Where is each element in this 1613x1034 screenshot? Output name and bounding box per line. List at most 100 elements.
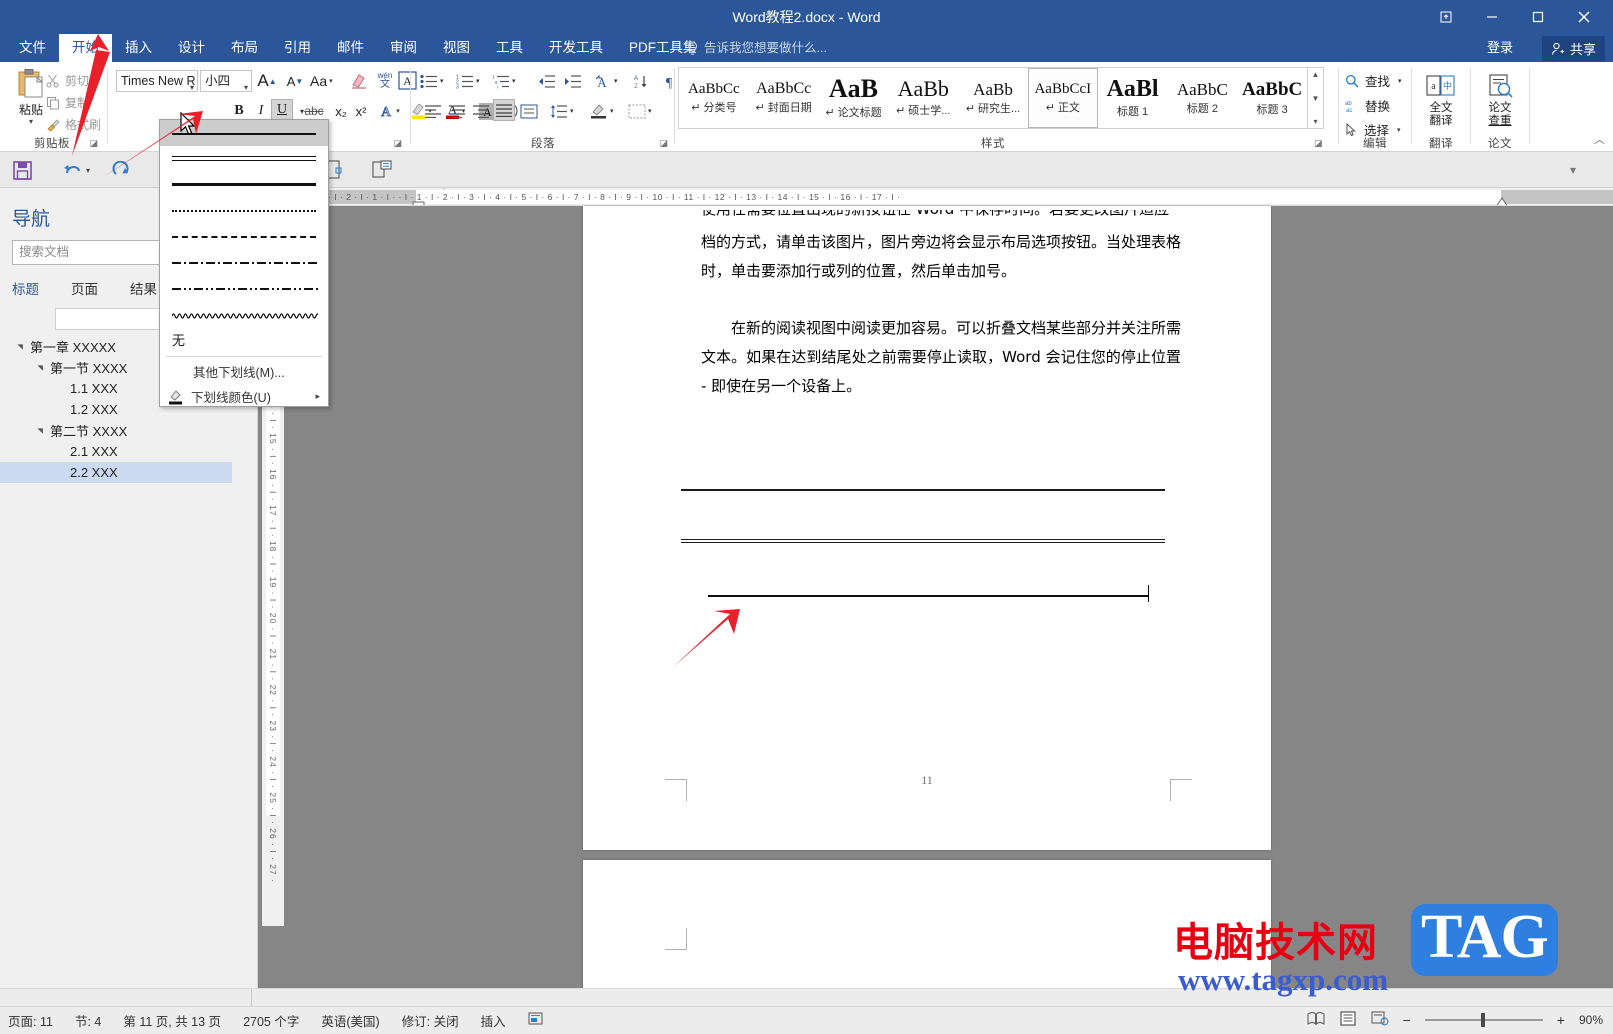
ribbon-tab-7[interactable]: 审阅 — [377, 34, 430, 62]
left-indent-marker[interactable] — [412, 201, 426, 206]
navigation-heading-item[interactable]: 2.1 XXX — [0, 441, 258, 462]
align-left-icon[interactable] — [422, 100, 444, 122]
horizontal-ruler[interactable]: 3 · I · 2 · I · 1 · I · · I · 1 · I · 2 … — [316, 188, 1613, 206]
thesis-check-button[interactable]: 论文 查重 — [1477, 74, 1523, 128]
ribbon-tab-1[interactable]: 开始 — [59, 34, 112, 62]
font-size-caret[interactable]: ▾ — [244, 78, 248, 98]
styles-gallery-scroll[interactable]: ▲ ▼ ▾ — [1308, 67, 1324, 129]
web-layout-icon[interactable] — [1371, 1011, 1389, 1029]
replace-button[interactable]: ab ac 替换 — [1345, 96, 1390, 115]
gallery-scroll-down-icon[interactable]: ▼ — [1312, 94, 1320, 103]
navigation-tab-1[interactable]: 页面 — [55, 278, 114, 298]
ribbon-tab-0[interactable]: 文件 — [6, 34, 59, 62]
bullet-list-icon[interactable]: ▾ — [420, 70, 444, 92]
font-name-caret[interactable]: ▾ — [190, 78, 194, 91]
tell-me-box[interactable]: 告诉我您想要做什么... — [686, 34, 827, 62]
borders-icon[interactable]: ▾ — [628, 100, 652, 122]
maximize-icon[interactable] — [1515, 2, 1561, 32]
ribbon-tab-5[interactable]: 引用 — [271, 34, 324, 62]
find-button[interactable]: 查找 ▾ — [1345, 71, 1402, 90]
zoom-in-button[interactable]: + — [1557, 1012, 1565, 1028]
zoom-thumb[interactable] — [1480, 1013, 1485, 1027]
redo-icon[interactable] — [112, 158, 132, 182]
print-layout-icon[interactable] — [1339, 1011, 1357, 1029]
numbered-list-icon[interactable]: 1 2 3 ▾ — [456, 70, 480, 92]
font-name-box[interactable]: Times New R ▾ — [116, 70, 198, 92]
status-page-of[interactable]: 第 11 页, 共 13 页 — [123, 1011, 221, 1030]
style-item-8[interactable]: AaBbC 标题 3 — [1237, 68, 1307, 128]
style-item-3[interactable]: AaBb ↵ 硕士学... — [888, 68, 958, 128]
undo-dropdown-caret[interactable]: ▾ — [86, 158, 90, 182]
align-center-icon[interactable] — [446, 100, 468, 122]
minimize-icon[interactable] — [1469, 2, 1515, 32]
undo-icon[interactable] — [62, 158, 83, 182]
paragraph-dialog-launcher[interactable]: ◪ — [659, 138, 668, 149]
sort-icon[interactable]: AZ — [630, 70, 652, 92]
zoom-out-button[interactable]: − — [1403, 1012, 1411, 1028]
find-caret[interactable]: ▾ — [1398, 77, 1402, 85]
shading-icon[interactable]: ▾ — [590, 100, 614, 122]
style-item-0[interactable]: AaBbCc ↵ 分类号 — [679, 68, 749, 128]
ribbon-tab-6[interactable]: 邮件 — [324, 34, 377, 62]
status-section[interactable]: 节: 4 — [75, 1011, 101, 1030]
status-language[interactable]: 英语(美国) — [321, 1011, 379, 1030]
underline-option-none[interactable]: 无 — [160, 328, 328, 354]
status-insert-mode[interactable]: 插入 — [481, 1011, 506, 1030]
clear-formatting-icon[interactable] — [348, 70, 370, 92]
underline-option-single-underline[interactable] — [160, 120, 328, 146]
font-size-box[interactable]: 小四 ▾ — [200, 70, 252, 92]
decrease-indent-icon[interactable] — [536, 70, 558, 92]
change-case-button[interactable]: Aa ▾ — [310, 70, 333, 92]
more-commands-icon[interactable]: ▾ — [1570, 158, 1576, 182]
menu-resize-grip[interactable]: · · · · — [160, 396, 328, 405]
style-item-5[interactable]: AaBbCcI ↵ 正文 — [1027, 68, 1098, 128]
full-text-translate-button[interactable]: a 中 全文 翻译 — [1418, 74, 1464, 128]
font-dialog-launcher[interactable]: ◪ — [393, 138, 402, 149]
clipboard-dialog-launcher[interactable]: ◪ — [89, 138, 98, 149]
ribbon-tab-4[interactable]: 布局 — [218, 34, 271, 62]
select-caret[interactable]: ▾ — [1397, 126, 1401, 134]
underline-option-dash-dot-underline[interactable] — [160, 250, 328, 276]
underline-option-dash-dot-dot-underline[interactable] — [160, 276, 328, 302]
underline-style-dropdown[interactable]: 无 其他下划线(M)... 下划线颜色(U) ▸ · · · · — [159, 119, 329, 407]
text-effects-button[interactable]: A ▾ — [378, 100, 400, 122]
document-page-1[interactable]: 使用任需要位置出现的新按钮在 Word 中保存时间。若要更改图片适应文 档的方式… — [583, 206, 1271, 850]
phonetic-guide-button[interactable]: wén 文 — [374, 69, 396, 91]
ribbon-tab-10[interactable]: 开发工具 — [536, 34, 616, 62]
status-track-changes[interactable]: 修订: 关闭 — [402, 1011, 459, 1030]
status-word-count[interactable]: 2705 个字 — [243, 1011, 299, 1030]
shrink-font-button[interactable]: A ▼ — [284, 70, 306, 92]
expand-triangle-icon[interactable]: ◢ — [16, 341, 24, 353]
expand-triangle-icon[interactable]: ◢ — [36, 362, 44, 374]
navigation-heading-item[interactable]: ◢ 第二节 XXXX — [0, 420, 258, 441]
navigation-heading-item[interactable]: 2.2 XXX — [0, 462, 232, 483]
superscript-button[interactable]: x² — [350, 100, 372, 122]
styles-gallery[interactable]: AaBbCc ↵ 分类号 AaBbCc ↵ 封面日期 AaB ↵ 论文标题 AaBb ↵ 硕士… — [678, 67, 1308, 129]
underline-option-wave-underline[interactable] — [160, 302, 328, 328]
ribbon-tab-2[interactable]: 插入 — [112, 34, 165, 62]
more-underlines-menu-item[interactable]: 其他下划线(M)... — [160, 359, 328, 384]
multilevel-list-icon[interactable]: 1 a i ▾ — [492, 70, 516, 92]
zoom-level-label[interactable]: 90% — [1579, 1013, 1603, 1027]
ribbon-tab-8[interactable]: 视图 — [430, 34, 483, 62]
gallery-scroll-up-icon[interactable]: ▲ — [1312, 70, 1320, 79]
close-icon[interactable] — [1561, 2, 1607, 32]
underline-option-double-underline[interactable] — [160, 146, 328, 172]
comment-icon[interactable] — [372, 158, 392, 182]
document-page-2[interactable] — [583, 860, 1271, 988]
justify-icon[interactable] — [493, 99, 515, 121]
navigation-tab-0[interactable]: 标题 — [12, 278, 55, 298]
status-page[interactable]: 页面: 11 — [8, 1011, 53, 1030]
style-item-4[interactable]: AaBb ↵ 研究生... — [958, 68, 1028, 128]
line-spacing-icon[interactable]: ▾ — [550, 100, 574, 122]
underline-option-dashed-underline[interactable] — [160, 224, 328, 250]
distribute-icon[interactable] — [518, 100, 540, 122]
collapse-ribbon-icon[interactable]: ︿ — [1594, 131, 1605, 147]
ribbon-tab-9[interactable]: 工具 — [483, 34, 536, 62]
restore-window-icon[interactable] — [1423, 2, 1469, 32]
style-item-1[interactable]: AaBbCc ↵ 封面日期 — [749, 68, 819, 128]
expand-triangle-icon[interactable]: ◢ — [36, 425, 44, 437]
style-item-7[interactable]: AaBbC 标题 2 — [1167, 68, 1237, 128]
show-formatting-marks-icon[interactable]: ¶ — [658, 70, 680, 92]
accessibility-icon[interactable] — [528, 1011, 545, 1029]
